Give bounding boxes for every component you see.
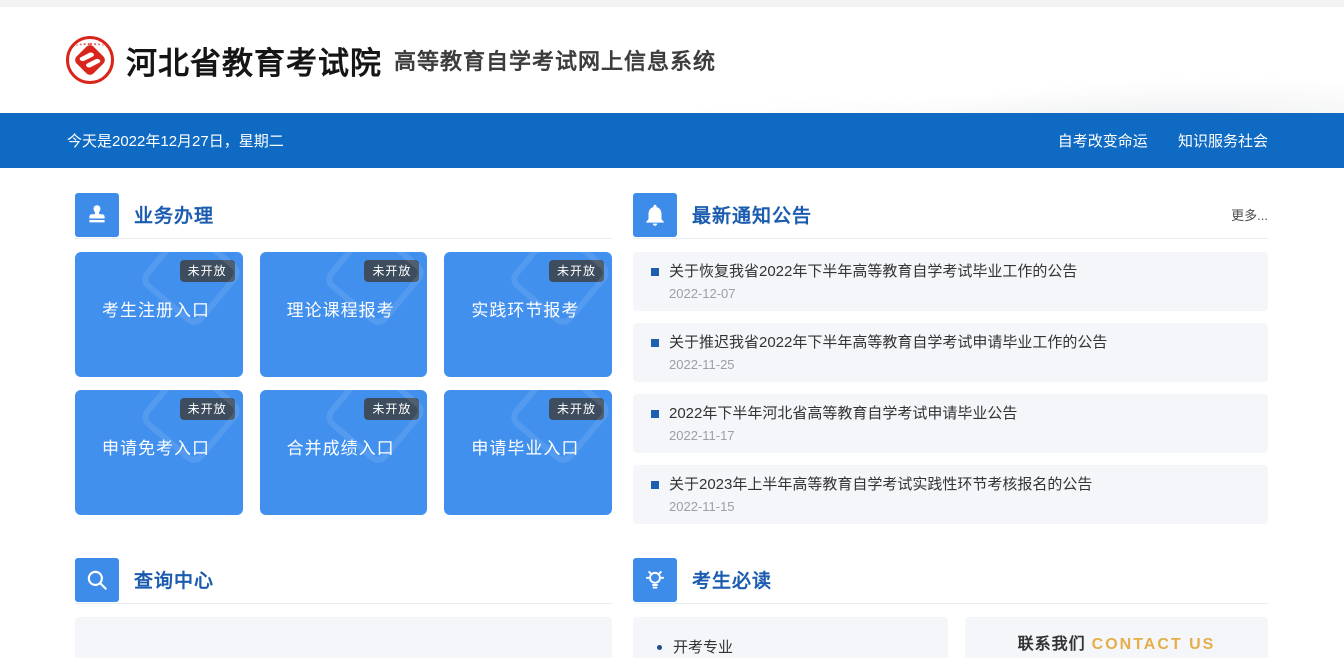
must-read-links-box: 开考专业 考生办理业务时间表 (633, 617, 948, 658)
search-icon (75, 558, 119, 602)
card-practice-apply[interactable]: 未开放 实践环节报考 (444, 252, 612, 377)
square-bullet-icon (651, 268, 659, 276)
notice-date: 2022-12-07 (669, 285, 1250, 303)
notice-date: 2022-11-15 (669, 498, 1250, 516)
card-merge-scores[interactable]: 未开放 合并成绩入口 (260, 390, 428, 515)
square-bullet-icon (651, 339, 659, 347)
status-badge: 未开放 (549, 398, 604, 420)
must-read-section-header: 考生必读 (633, 556, 1268, 604)
notices-section-title: 最新通知公告 (692, 201, 812, 228)
contact-us-panel: 联系我们CONTACT US 河北省教育考试院 (965, 617, 1268, 658)
must-read-section: 考生必读 开考专业 考生办理业务时间表 联系我们 CONTACT US (633, 556, 1268, 658)
status-badge: 未开放 (180, 398, 235, 420)
status-badge: 未开放 (549, 260, 604, 282)
notices-section-header: 最新通知公告 更多... (633, 191, 1268, 239)
card-exemption-apply[interactable]: 未开放 申请免考入口 (75, 390, 243, 515)
site-header: 河北省教育考试院 高等教育自学考试网上信息系统 (0, 0, 1344, 113)
contact-title-en: CONTACT US (1092, 636, 1216, 653)
bell-icon (633, 193, 677, 237)
current-date-text: 今天是2022年12月27日，星期二 (67, 130, 284, 151)
notice-item[interactable]: 2022年下半年河北省高等教育自学考试申请毕业公告 2022-11-17 (633, 394, 1268, 453)
notice-list: 关于恢复我省2022年下半年高等教育自学考试毕业工作的公告 2022-12-07… (633, 252, 1268, 524)
query-center-section: 查询中心 报考简章 实践课信息查询 (75, 556, 612, 658)
notice-date: 2022-11-25 (669, 356, 1250, 374)
bulb-icon (633, 558, 677, 602)
query-section-title: 查询中心 (134, 566, 214, 593)
business-section: 业务办理 未开放 考生注册入口 未开放 理论课程报考 未开放 实践环节报考 未开… (75, 191, 612, 536)
notice-item[interactable]: 关于恢复我省2022年下半年高等教育自学考试毕业工作的公告 2022-12-07 (633, 252, 1268, 311)
system-name: 高等教育自学考试网上信息系统 (394, 44, 716, 76)
status-badge: 未开放 (180, 260, 235, 282)
status-badge: 未开放 (364, 260, 419, 282)
stamp-icon (75, 193, 119, 237)
query-section-header: 查询中心 (75, 556, 612, 604)
slogans: 自考改变命运 知识服务社会 (1058, 130, 1268, 151)
business-section-header: 业务办理 (75, 191, 612, 239)
notices-section: 最新通知公告 更多... 关于恢复我省2022年下半年高等教育自学考试毕业工作的… (633, 191, 1268, 536)
must-read-section-title: 考生必读 (692, 566, 772, 593)
hebei-education-seal-icon (66, 36, 114, 84)
site-name: 河北省教育考试院 (126, 38, 382, 83)
notice-item[interactable]: 关于推迟我省2022年下半年高等教育自学考试申请毕业工作的公告 2022-11-… (633, 323, 1268, 382)
query-links-box: 报考简章 实践课信息查询 (75, 617, 612, 658)
brand: 河北省教育考试院 高等教育自学考试网上信息系统 (0, 7, 1344, 113)
link-practice-course-query[interactable]: 实践课信息查询 (269, 651, 392, 658)
card-graduation-apply[interactable]: 未开放 申请毕业入口 (444, 390, 612, 515)
slogan-left: 自考改变命运 (1058, 133, 1148, 150)
date-slogan-bar: 今天是2022年12月27日，星期二 自考改变命运 知识服务社会 (0, 113, 1344, 168)
status-badge: 未开放 (364, 398, 419, 420)
link-open-majors[interactable]: 开考专业 (657, 633, 948, 658)
notice-date: 2022-11-17 (669, 427, 1250, 445)
notice-item[interactable]: 关于2023年上半年高等教育自学考试实践性环节考核报名的公告 2022-11-1… (633, 465, 1268, 524)
main-content: 业务办理 未开放 考生注册入口 未开放 理论课程报考 未开放 实践环节报考 未开… (0, 168, 1344, 658)
link-exam-guide[interactable]: 报考简章 (103, 651, 181, 658)
card-candidate-register[interactable]: 未开放 考生注册入口 (75, 252, 243, 377)
card-theory-course-apply[interactable]: 未开放 理论课程报考 (260, 252, 428, 377)
contact-title-cn: 联系我们 (1018, 636, 1086, 653)
square-bullet-icon (651, 410, 659, 418)
business-cards: 未开放 考生注册入口 未开放 理论课程报考 未开放 实践环节报考 未开放 申请免… (75, 252, 612, 515)
square-bullet-icon (651, 481, 659, 489)
more-link[interactable]: 更多... (1231, 205, 1268, 224)
slogan-right: 知识服务社会 (1178, 133, 1268, 150)
business-section-title: 业务办理 (134, 201, 214, 228)
dot-bullet-icon (657, 645, 662, 650)
